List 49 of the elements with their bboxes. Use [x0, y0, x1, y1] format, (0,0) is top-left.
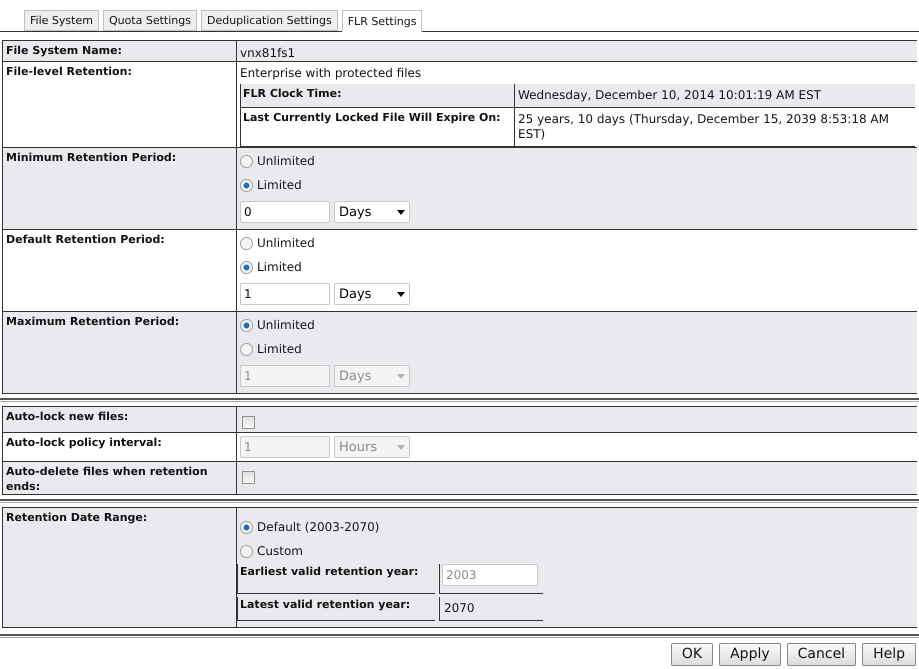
caret-icon [397, 210, 405, 214]
radio-button[interactable] [240, 155, 253, 168]
year-label: Earliest valid retention year: [237, 564, 435, 594]
field-label: File-level Retention: [2, 62, 237, 147]
radio-button[interactable] [240, 179, 253, 192]
tab[interactable]: FLR Settings [342, 10, 422, 32]
caret-icon [397, 374, 405, 378]
unit-dropdown[interactable]: Days [334, 283, 410, 305]
radio-button[interactable] [240, 545, 253, 558]
field-label: File System Name: [2, 41, 237, 61]
radio-label: Default (2003-2070) [257, 520, 380, 535]
tab[interactable]: Quota Settings [102, 10, 197, 31]
field-label: Auto-lock new files: [2, 407, 237, 432]
tab[interactable]: Deduplication Settings [200, 10, 338, 31]
dialog-button[interactable]: Cancel [786, 643, 856, 666]
radio-label: Limited [257, 342, 302, 357]
radio-label: Unlimited [257, 236, 315, 251]
radio-label: Unlimited [257, 154, 315, 169]
radio-button[interactable] [240, 261, 253, 274]
checkbox[interactable] [242, 471, 255, 484]
detail-label: Last Currently Locked File Will Expire On: [241, 108, 515, 146]
checkbox[interactable] [242, 416, 255, 429]
field-label: Auto-lock policy interval: [2, 433, 237, 461]
value-text: vnx81fs1 [240, 45, 296, 61]
tab[interactable]: File System [24, 10, 99, 31]
radio-label: Limited [257, 178, 302, 193]
value-text: Enterprise with protected files [240, 65, 422, 82]
radio-button[interactable] [240, 237, 253, 250]
amount-field[interactable]: 1 [240, 283, 330, 305]
field-label: Auto-delete files when retention ends: [2, 462, 237, 494]
dialog-button[interactable]: OK [670, 643, 714, 666]
caret-icon [397, 292, 405, 296]
year-value: 2070 [439, 597, 543, 621]
unit-dropdown[interactable]: Days [334, 201, 410, 223]
field-label: Default Retention Period: [2, 230, 237, 311]
amount-field[interactable]: 0 [240, 201, 330, 223]
year-label: Latest valid retention year: [237, 597, 435, 621]
field-label: Minimum Retention Period: [2, 148, 237, 229]
radio-label: Custom [257, 544, 303, 559]
radio-label: Unlimited [257, 318, 315, 333]
field-label: Maximum Retention Period: [2, 312, 237, 393]
field-label: Retention Date Range: [2, 508, 237, 627]
radio-button[interactable] [240, 521, 253, 534]
dialog-button[interactable]: Apply [719, 643, 781, 666]
dialog-button[interactable]: Help [862, 643, 916, 666]
caret-icon [397, 444, 405, 450]
detail-value: Wednesday, December 10, 2014 10:01:19 AM EST [517, 87, 822, 104]
radio-label: Limited [257, 260, 302, 275]
detail-value: 25 years, 10 days (Thursday, December 15, 2039 8:53:18 AM EST) [517, 111, 890, 143]
